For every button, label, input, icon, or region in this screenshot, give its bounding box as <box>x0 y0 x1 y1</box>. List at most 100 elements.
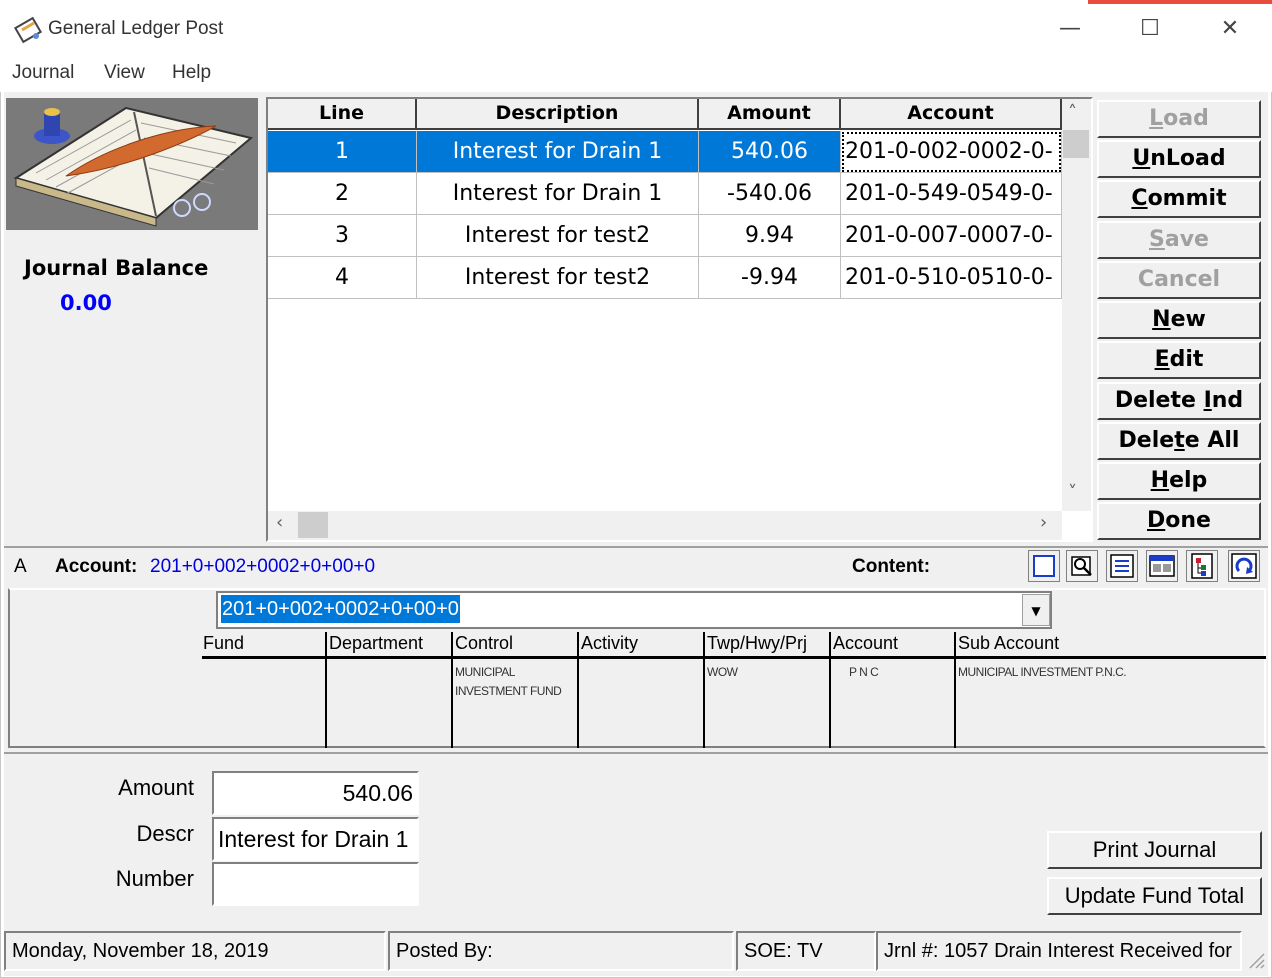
delete-all-label-pre: Dele <box>1118 428 1175 453</box>
minimize-button[interactable]: — <box>1050 14 1090 44</box>
table-row-cell-amount[interactable]: -9.94 <box>699 257 841 299</box>
new-button[interactable]: New <box>1097 301 1261 339</box>
commit-mnemonic: C <box>1131 186 1148 211</box>
load-button[interactable]: Load <box>1097 100 1261 138</box>
window-title: General Ledger Post <box>48 18 224 39</box>
segment-divider <box>703 632 705 748</box>
delete-ind-label-pre: Delete <box>1114 388 1204 413</box>
edit-label: dit <box>1169 347 1204 372</box>
vertical-scrollbar[interactable] <box>1062 99 1091 511</box>
menu-help[interactable]: Help <box>172 62 211 84</box>
scroll-right-icon[interactable]: › <box>1040 512 1047 533</box>
account-label: Account: <box>55 556 138 577</box>
delete-ind-mnemonic: I <box>1203 388 1212 413</box>
scroll-left-icon[interactable]: ‹ <box>276 512 283 533</box>
tree-view-icon[interactable] <box>1186 550 1218 582</box>
status-soe: SOE: TV <box>736 931 876 971</box>
descr-field[interactable]: Interest for Drain 1 <box>212 817 419 861</box>
blank-content-icon[interactable] <box>1028 550 1060 582</box>
load-label: oad <box>1163 106 1209 131</box>
commit-button[interactable]: Commit <box>1097 180 1261 218</box>
refresh-icon[interactable] <box>1228 550 1260 582</box>
table-row-cell-description[interactable]: Interest for test2 <box>417 257 699 299</box>
status-journal-number: Jrnl #: 1057 Drain Interest Received for <box>876 931 1242 971</box>
print-journal-button[interactable]: Print Journal <box>1047 831 1262 869</box>
number-field[interactable] <box>212 862 419 906</box>
form-view-icon[interactable] <box>1146 550 1178 582</box>
menu-view[interactable]: View <box>104 62 145 84</box>
table-row-cell-account[interactable]: 201-0-510-0510-0- <box>841 257 1062 299</box>
descr-label: Descr <box>136 821 194 846</box>
table-row-cell-amount[interactable]: -540.06 <box>699 173 841 215</box>
load-mnemonic: L <box>1149 106 1164 131</box>
table-row-cell-description[interactable]: Interest for test2 <box>417 215 699 257</box>
new-label: ew <box>1170 307 1206 332</box>
table-row-cell-description[interactable]: Interest for Drain 1 <box>417 131 699 173</box>
status-posted-by: Posted By: <box>388 931 734 971</box>
column-header-account[interactable]: Account <box>841 99 1062 130</box>
close-button[interactable]: ✕ <box>1210 14 1250 44</box>
cancel-button[interactable]: Cancel <box>1097 261 1261 299</box>
horizontal-scrollbar[interactable] <box>268 511 1062 540</box>
table-row-cell-line[interactable]: 1 <box>268 131 417 173</box>
account-prefix: A <box>14 556 27 577</box>
delete-ind-button[interactable]: Delete Ind <box>1097 382 1261 420</box>
table-row-cell-line[interactable]: 4 <box>268 257 417 299</box>
segment-divider <box>451 632 453 748</box>
done-label: one <box>1165 508 1211 533</box>
segment-header-activity: Activity <box>581 633 639 653</box>
horizontal-scroll-thumb[interactable] <box>298 512 328 538</box>
table-row-cell-account[interactable]: 201-0-007-0007-0- <box>841 215 1062 257</box>
journal-balance-value: 0.00 <box>60 291 112 315</box>
segment-header-department: Department <box>329 633 424 653</box>
ledger-app-icon <box>14 16 43 44</box>
resize-grip-icon[interactable] <box>1246 950 1266 970</box>
segment-divider <box>577 632 579 748</box>
help-label: elp <box>1169 468 1208 493</box>
unload-button[interactable]: UnLoad <box>1097 140 1261 178</box>
help-button[interactable]: Help <box>1097 462 1261 500</box>
update-fund-total-button[interactable]: Update Fund Total <box>1047 877 1262 915</box>
table-row-cell-line[interactable]: 3 <box>268 215 417 257</box>
segment-header-fund: Fund <box>203 633 245 653</box>
edit-button[interactable]: Edit <box>1097 341 1261 379</box>
table-row-cell-account[interactable]: 201-0-549-0549-0- <box>841 173 1062 215</box>
save-label: ave <box>1164 227 1209 252</box>
table-row-cell-amount[interactable]: 540.06 <box>699 131 841 173</box>
table-row-cell-line[interactable]: 2 <box>268 173 417 215</box>
list-view-icon[interactable] <box>1106 550 1138 582</box>
amount-field[interactable]: 540.06 <box>212 771 419 815</box>
segment-header-twp-hwy-prj: Twp/Hwy/Prj <box>707 633 808 653</box>
maximize-button[interactable]: ☐ <box>1130 14 1170 44</box>
menu-journal[interactable]: Journal <box>12 62 74 84</box>
account-combo-value[interactable]: 201+0+002+0002+0+00+0 <box>221 595 460 623</box>
column-header-description[interactable]: Description <box>417 99 699 130</box>
scroll-up-icon[interactable]: ˄ <box>1068 102 1077 123</box>
status-date: Monday, November 18, 2019 <box>4 931 386 971</box>
segment-desc-control: MUNICIPAL INVESTMENT FUND <box>455 665 562 698</box>
ledger-book-image <box>6 98 258 230</box>
number-label: Number <box>115 866 194 891</box>
background-window-edge <box>1088 0 1272 4</box>
save-button[interactable]: Save <box>1097 221 1261 259</box>
account-value: 201+0+002+0002+0+00+0 <box>150 556 376 577</box>
scroll-down-icon[interactable]: ˅ <box>1068 482 1077 503</box>
table-row-cell-amount[interactable]: 9.94 <box>699 215 841 257</box>
table-row-cell-description[interactable]: Interest for Drain 1 <box>417 173 699 215</box>
segment-desc-account: P N C <box>849 665 879 679</box>
segment-header-sub-account: Sub Account <box>958 633 1060 653</box>
column-header-line[interactable]: Line <box>268 99 417 130</box>
dropdown-arrow-icon[interactable]: ▼ <box>1022 594 1050 626</box>
column-header-amount[interactable]: Amount <box>699 99 841 130</box>
done-button[interactable]: Done <box>1097 502 1261 540</box>
delete-all-mnemonic: t <box>1174 428 1185 453</box>
segment-desc-twp-hwy-prj: WOW <box>707 665 738 679</box>
vertical-scroll-thumb[interactable] <box>1063 130 1089 158</box>
delete-all-button[interactable]: Delete All <box>1097 422 1261 460</box>
table-row-cell-account[interactable]: 201-0-002-0002-0- <box>841 131 1062 173</box>
search-list-icon[interactable] <box>1066 550 1098 582</box>
delete-ind-label-post: nd <box>1211 388 1244 413</box>
cancel-label: Cancel <box>1137 267 1221 292</box>
done-mnemonic: D <box>1147 508 1166 533</box>
commit-label: ommit <box>1147 186 1227 211</box>
